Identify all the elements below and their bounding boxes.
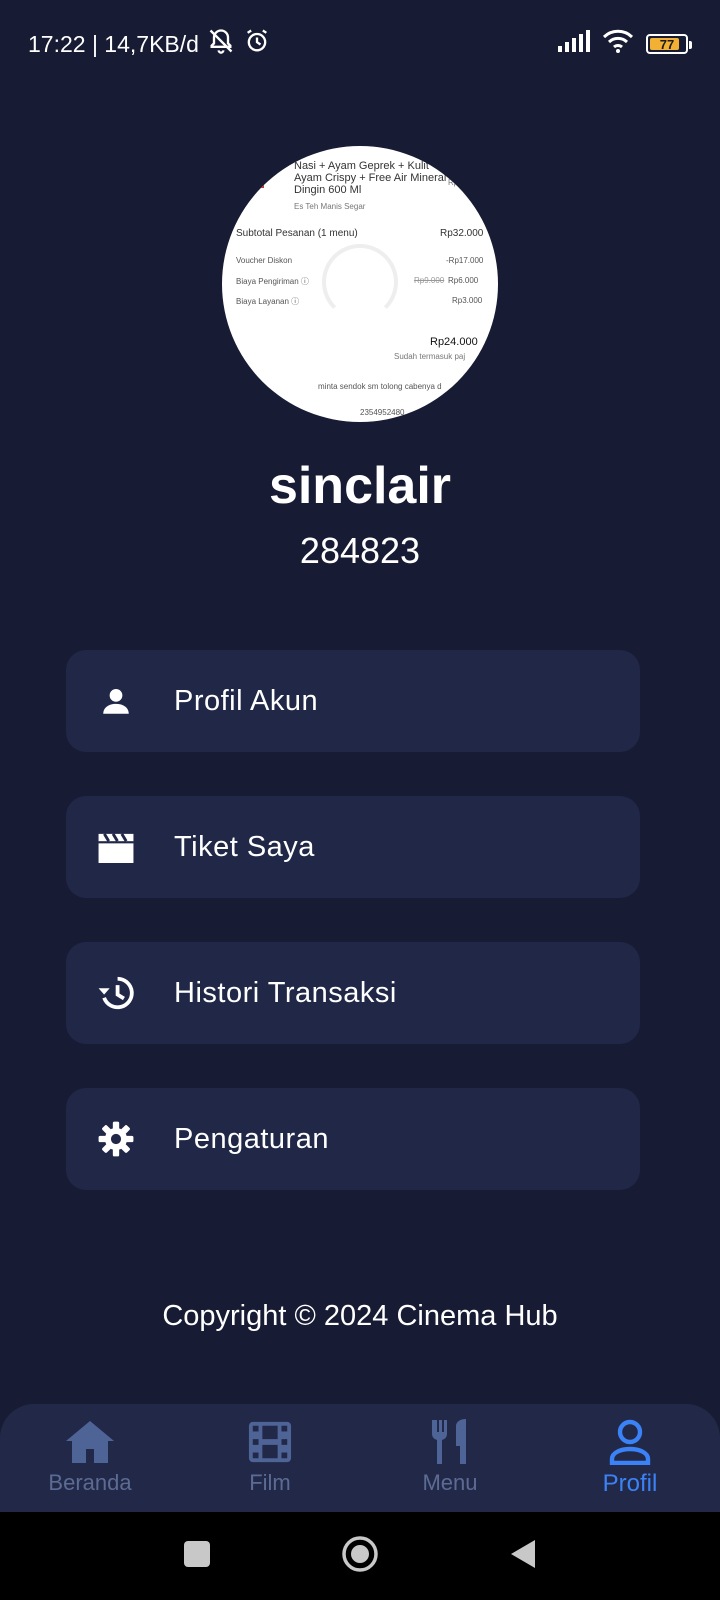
- film-icon: [244, 1418, 296, 1466]
- home-icon: [64, 1418, 116, 1466]
- receipt-order-id: 2354952480: [360, 408, 405, 417]
- nav-item-film[interactable]: Film: [180, 1404, 360, 1512]
- menu-item-pengaturan[interactable]: Pengaturan: [66, 1088, 640, 1190]
- signal-icon: [558, 30, 590, 58]
- menu-item-tiket-saya[interactable]: Tiket Saya: [66, 796, 640, 898]
- receipt-delivery-old: Rp9.000: [414, 276, 445, 285]
- nav-label: Film: [249, 1470, 291, 1495]
- menu-item-histori-transaksi[interactable]: Histori Transaksi: [66, 942, 640, 1044]
- utensils-icon: [424, 1418, 476, 1466]
- receipt-item-price: Rp: [448, 178, 459, 187]
- receipt-voucher-value: -Rp17.000: [446, 256, 484, 265]
- nav-label: Profil: [602, 1470, 658, 1497]
- nav-item-profil[interactable]: Profil: [540, 1404, 720, 1512]
- username: sinclair: [268, 457, 452, 515]
- menu-item-label: Profil Akun: [174, 684, 319, 717]
- receipt-subtotal-label: Subtotal Pesanan (1 menu): [236, 228, 358, 239]
- menu-item-label: Histori Transaksi: [174, 976, 397, 1009]
- profile-icon: [604, 1418, 656, 1466]
- wifi-icon: [602, 28, 634, 60]
- menu-item-profil-akun[interactable]: Profil Akun: [66, 650, 640, 752]
- nav-label: Beranda: [48, 1470, 132, 1495]
- receipt-item-extra: Es Teh Manis Segar: [294, 202, 366, 211]
- user-id: 284823: [299, 530, 421, 571]
- person-icon: [96, 681, 136, 721]
- gear-icon: [96, 1119, 136, 1159]
- history-icon: [96, 973, 136, 1013]
- receipt-delivery-label: Biaya Pengiriman ⓘ: [236, 277, 309, 286]
- home-button-icon[interactable]: [341, 1535, 379, 1578]
- status-left: 17:22 | 14,7KB/d: [28, 27, 271, 61]
- battery-icon: 77: [646, 34, 692, 54]
- alarm-icon: [243, 27, 271, 61]
- receipt-voucher-label: Voucher Diskon: [236, 256, 293, 265]
- system-navigation-bar: [0, 1512, 720, 1600]
- recent-apps-icon[interactable]: [183, 1540, 211, 1573]
- nav-label: Menu: [422, 1470, 478, 1495]
- menu-item-label: Pengaturan: [174, 1122, 329, 1155]
- status-time: 17:22 | 14,7KB/d: [28, 30, 199, 57]
- receipt-total-value: Rp24.000: [430, 336, 478, 348]
- receipt-item-line-2: Ayam Crispy + Free Air Mineral: [294, 172, 447, 184]
- receipt-item-line-1: Nasi + Ayam Geprek + Kulit: [294, 160, 429, 172]
- status-right: 77: [558, 28, 692, 60]
- clapperboard-icon: [96, 827, 136, 867]
- nav-item-menu[interactable]: Menu: [360, 1404, 540, 1512]
- receipt-service-value: Rp3.000: [452, 296, 483, 305]
- bottom-nav: Beranda Film Menu Profil: [0, 1404, 720, 1512]
- avatar[interactable]: Nasi + Ayam Geprek + Kulit Ayam Crispy +…: [222, 146, 498, 422]
- copyright-text: Copyright © 2024 Cinema Hub: [162, 1300, 558, 1332]
- receipt-service-label: Biaya Layanan ⓘ: [236, 297, 300, 306]
- back-icon[interactable]: [509, 1538, 537, 1575]
- receipt-delivery-value: Rp6.000: [448, 276, 479, 285]
- battery-level: 77: [659, 36, 675, 52]
- notifications-off-icon: [207, 27, 235, 61]
- receipt-note: minta sendok sm tolong cabenya d: [318, 382, 442, 391]
- menu-item-label: Tiket Saya: [174, 830, 315, 863]
- nav-item-beranda[interactable]: Beranda: [0, 1404, 180, 1512]
- receipt-tax-note: Sudah termasuk paj: [394, 352, 466, 361]
- receipt-subtotal-value: Rp32.000: [440, 228, 484, 239]
- status-bar: 17:22 | 14,7KB/d 77: [0, 0, 720, 88]
- receipt-item-line-3: Dingin 600 Ml: [294, 184, 362, 196]
